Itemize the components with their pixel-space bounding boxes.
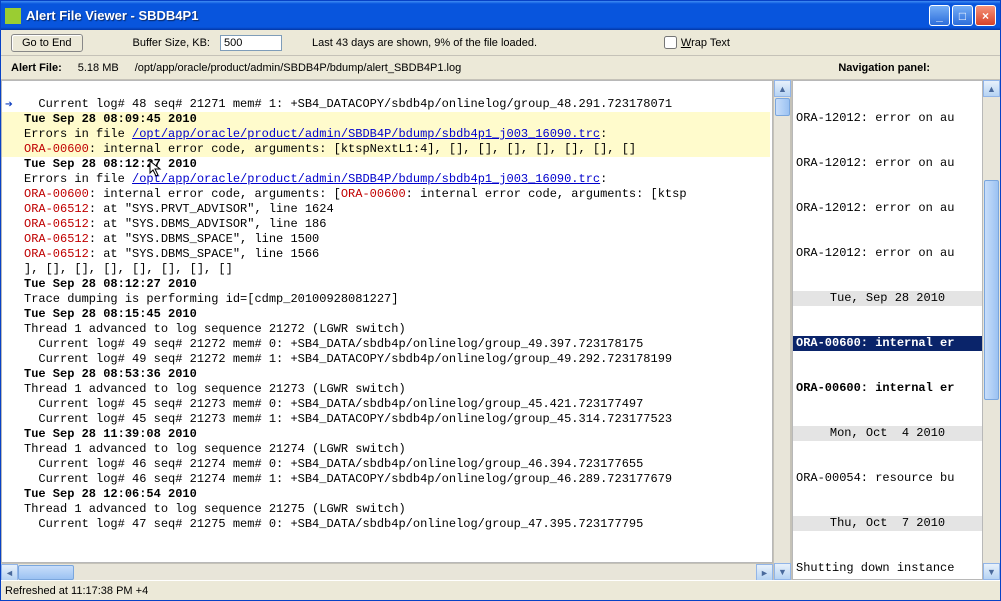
window-title: Alert File Viewer - SBDB4P1	[26, 8, 929, 23]
status-text: Refreshed at 11:17:38 PM +4	[5, 585, 148, 597]
log-line: Trace dumping is performing id=[cdmp_201…	[24, 292, 398, 306]
alert-file-label: Alert File:	[11, 62, 62, 74]
log-timestamp: Tue Sep 28 08:12:27 2010	[24, 277, 197, 291]
current-line-arrow-icon: ➔	[5, 97, 13, 112]
ora-error-code: ORA-00600	[24, 187, 89, 201]
ora-error-code: ORA-00600	[341, 187, 406, 201]
hscroll-thumb[interactable]	[18, 565, 74, 580]
log-timestamp: Tue Sep 28 08:15:45 2010	[24, 307, 197, 321]
scroll-up-icon[interactable]: ▲	[983, 80, 1000, 97]
wrap-text-checkbox[interactable]: Wrap Text	[664, 36, 730, 49]
content-area: Current log# 48 seq# 21271 mem# 1: +SB4_…	[1, 80, 1000, 580]
hscroll-track[interactable]	[18, 564, 756, 580]
log-line: Current log# 48 seq# 21271 mem# 1: +SB4_…	[24, 97, 672, 111]
log-line: Current log# 49 seq# 21272 mem# 0: +SB4_…	[24, 337, 643, 351]
log-line: Current log# 47 seq# 21275 mem# 0: +SB4_…	[24, 517, 643, 531]
ora-error-code: ORA-00600	[24, 142, 89, 156]
nav-item-selected[interactable]: ORA-00600: internal er	[793, 336, 982, 351]
scroll-down-icon[interactable]: ▼	[983, 563, 1000, 580]
file-size-text: 5.18 MB	[78, 62, 119, 74]
log-line: Thread 1 advanced to log sequence 21272 …	[24, 322, 406, 336]
trace-file-link[interactable]: /opt/app/oracle/product/admin/SBDB4P/bdu…	[132, 127, 600, 141]
app-icon	[5, 8, 21, 24]
load-status-text: Last 43 days are shown, 9% of the file l…	[312, 37, 537, 49]
wrap-text-label: Wrap Text	[681, 37, 730, 49]
nav-item[interactable]: ORA-00054: resource bu	[793, 471, 982, 486]
close-button[interactable]: ×	[975, 5, 996, 26]
scroll-left-icon[interactable]: ◄	[1, 564, 18, 580]
nav-item[interactable]: Shutting down instance	[793, 561, 982, 576]
ora-error-code: ORA-06512	[24, 217, 89, 231]
status-bar: Refreshed at 11:17:38 PM +4	[1, 580, 1000, 600]
nav-panel-label: Navigation panel:	[838, 62, 990, 74]
go-to-end-button[interactable]: Go to End	[11, 34, 83, 52]
log-viewer[interactable]: Current log# 48 seq# 21271 mem# 1: +SB4_…	[1, 80, 773, 563]
log-line: Thread 1 advanced to log sequence 21274 …	[24, 442, 406, 456]
log-line: Current log# 45 seq# 21273 mem# 1: +SB4_…	[24, 412, 672, 426]
scroll-up-icon[interactable]: ▲	[774, 80, 791, 97]
vscroll-thumb[interactable]	[984, 180, 999, 400]
log-line: Current log# 45 seq# 21273 mem# 0: +SB4_…	[24, 397, 643, 411]
app-window: Alert File Viewer - SBDB4P1 _ □ × Go to …	[0, 0, 1001, 601]
nav-item[interactable]: ORA-12012: error on au	[793, 246, 982, 261]
ora-error-code: ORA-06512	[24, 247, 89, 261]
nav-date-header: Tue, Sep 28 2010	[793, 291, 982, 306]
log-line: Current log# 46 seq# 21274 mem# 0: +SB4_…	[24, 457, 643, 471]
file-path-text: /opt/app/oracle/product/admin/SBDB4P/bdu…	[135, 62, 462, 74]
nav-date-header: Mon, Oct 4 2010	[793, 426, 982, 441]
log-timestamp: Tue Sep 28 08:12:27 2010	[24, 157, 197, 171]
trace-file-link[interactable]: /opt/app/oracle/product/admin/SBDB4P/bdu…	[132, 172, 600, 186]
log-line: Thread 1 advanced to log sequence 21275 …	[24, 502, 406, 516]
log-line: Current log# 49 seq# 21272 mem# 1: +SB4_…	[24, 352, 672, 366]
nav-date-header: Thu, Oct 7 2010	[793, 516, 982, 531]
wrap-text-input[interactable]	[664, 36, 677, 49]
scroll-down-icon[interactable]: ▼	[774, 563, 791, 580]
main-hscrollbar[interactable]: ◄ ►	[1, 563, 773, 580]
window-buttons: _ □ ×	[929, 5, 996, 26]
log-line: Current log# 46 seq# 21274 mem# 1: +SB4_…	[24, 472, 672, 486]
log-text: Errors in file	[24, 172, 132, 186]
log-timestamp: Tue Sep 28 08:53:36 2010	[24, 367, 197, 381]
log-line: Thread 1 advanced to log sequence 21273 …	[24, 382, 406, 396]
nav-item[interactable]: ORA-12012: error on au	[793, 111, 982, 126]
vscroll-thumb[interactable]	[775, 98, 790, 116]
main-vscrollbar[interactable]: ▲ ▼	[773, 80, 790, 580]
nav-item[interactable]: ORA-12012: error on au	[793, 156, 982, 171]
log-timestamp: Tue Sep 28 12:06:54 2010	[24, 487, 197, 501]
log-timestamp: Tue Sep 28 08:09:45 2010	[24, 112, 197, 126]
nav-item[interactable]: ORA-12012: error on au	[793, 201, 982, 216]
nav-pane-wrap: ORA-12012: error on au ORA-12012: error …	[790, 80, 1000, 580]
main-pane-wrap: Current log# 48 seq# 21271 mem# 1: +SB4_…	[1, 80, 773, 580]
scroll-right-icon[interactable]: ►	[756, 564, 773, 580]
maximize-button[interactable]: □	[952, 5, 973, 26]
buffer-size-label: Buffer Size, KB:	[133, 37, 210, 49]
info-bar: Alert File: 5.18 MB /opt/app/oracle/prod…	[1, 56, 1000, 80]
titlebar: Alert File Viewer - SBDB4P1 _ □ ×	[1, 1, 1000, 30]
minimize-button[interactable]: _	[929, 5, 950, 26]
log-timestamp: Tue Sep 28 11:39:08 2010	[24, 427, 197, 441]
ora-error-code: ORA-06512	[24, 202, 89, 216]
nav-item[interactable]: ORA-00600: internal er	[793, 381, 982, 396]
log-text: Errors in file	[24, 127, 132, 141]
nav-vscrollbar[interactable]: ▲ ▼	[983, 80, 1000, 580]
toolbar: Go to End Buffer Size, KB: Last 43 days …	[1, 30, 1000, 56]
navigation-panel[interactable]: ORA-12012: error on au ORA-12012: error …	[792, 80, 983, 580]
log-line: ], [], [], [], [], [], [], []	[24, 262, 233, 276]
ora-error-code: ORA-06512	[24, 232, 89, 246]
buffer-size-input[interactable]	[220, 35, 282, 51]
